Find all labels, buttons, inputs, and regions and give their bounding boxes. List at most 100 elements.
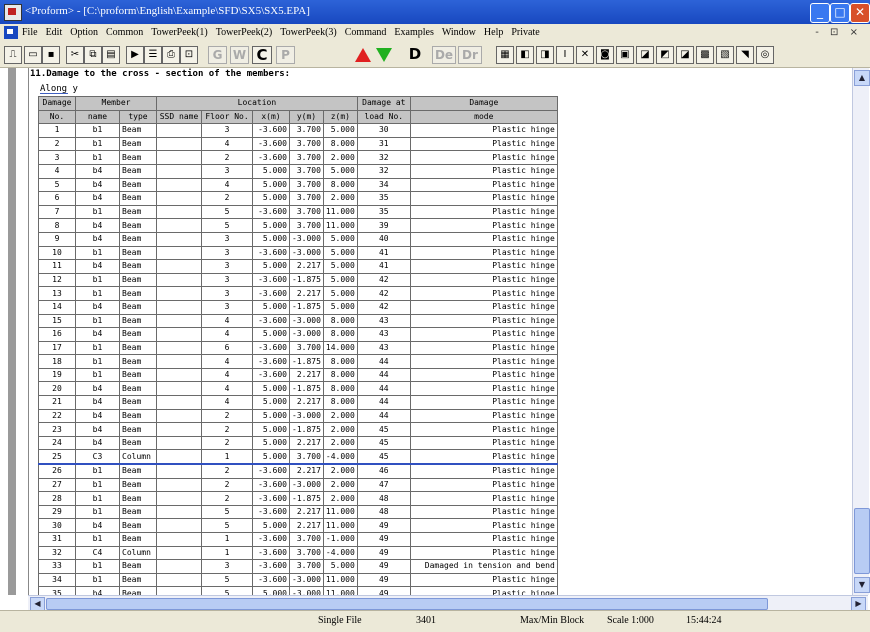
menu-examples[interactable]: Examples <box>394 27 433 38</box>
table-row[interactable]: 29 b1 Beam 5 -3.600 2.217 11.000 48 Plastic hing… <box>38 504 558 520</box>
tool-icon-10[interactable]: ◪ <box>676 46 694 64</box>
table-row[interactable]: 33 b1 Beam 3 -3.600 3.700 5.000 49 Damaged in te… <box>38 559 558 574</box>
scroll-left-icon[interactable]: ◀ <box>30 597 45 611</box>
table-row[interactable]: 18 b1 Beam 4 -3.600 -1.875 8.000 44 Plastic hing… <box>38 354 558 369</box>
table-row[interactable]: 26 b1 Beam 2 -3.600 2.217 2.000 46 Plastic hinge <box>38 463 558 479</box>
table-row[interactable]: 16 b4 Beam 4 5.000 -3.000 8.000 43 Plastic hinge <box>38 327 558 342</box>
table-row[interactable]: 19 b1 Beam 4 -3.600 2.217 8.000 44 Plastic hinge <box>38 367 558 383</box>
report-view[interactable]: 11.Damage to the cross - section of the … <box>0 68 852 595</box>
menu-file[interactable]: File <box>22 27 38 38</box>
tool-icon-5[interactable]: ✕ <box>576 46 594 64</box>
menu-help[interactable]: Help <box>484 27 503 38</box>
table-row[interactable]: 20 b4 Beam 4 5.000 -1.875 8.000 44 Plastic hinge <box>38 381 558 397</box>
cut-icon[interactable]: ✂ <box>66 46 84 64</box>
subheading-underline <box>40 93 68 94</box>
copy-icon[interactable]: ⧉ <box>84 46 102 64</box>
table-row[interactable]: 5 b4 Beam 4 5.000 3.700 8.000 34 Plastic hinge <box>38 177 558 193</box>
preview-icon[interactable]: ⊡ <box>180 46 198 64</box>
scroll-up-icon[interactable]: ▲ <box>854 70 870 86</box>
table-row[interactable]: 23 b4 Beam 2 5.000 -1.875 2.000 45 Plastic hinge <box>38 422 558 437</box>
table-row[interactable]: 3 b1 Beam 2 -3.600 3.700 2.000 32 Plastic hinge <box>38 150 558 165</box>
table-row[interactable]: 12 b1 Beam 3 -3.600 -1.875 5.000 42 Plastic hing… <box>38 272 558 288</box>
minimize-button[interactable]: _ <box>810 3 830 23</box>
pulse-icon[interactable]: ⎍ <box>4 46 22 64</box>
g-button[interactable]: G <box>208 46 227 64</box>
horizontal-scrollbar[interactable]: ◀ ▶ <box>28 595 868 611</box>
table-row[interactable]: 4 b4 Beam 3 5.000 3.700 5.000 32 Plastic hinge <box>38 163 558 179</box>
table-row[interactable]: 8 b4 Beam 5 5.000 3.700 11.000 39 Plastic hinge <box>38 218 558 233</box>
menu-private[interactable]: Private <box>511 27 539 38</box>
table-row[interactable]: 28 b1 Beam 2 -3.600 -1.875 2.000 48 Plastic hing… <box>38 491 558 506</box>
tool-icon-6[interactable]: ◙ <box>596 46 614 64</box>
p-button[interactable]: P <box>276 46 295 64</box>
table-row[interactable]: 15 b1 Beam 4 -3.600 -3.000 8.000 43 Plastic hing… <box>38 313 558 329</box>
table-row[interactable]: 2 b1 Beam 4 -3.600 3.700 8.000 31 Plastic hinge <box>38 136 558 152</box>
mdi-window-controls[interactable]: - ⊡ × <box>815 27 862 38</box>
table-row[interactable]: 31 b1 Beam 1 -3.600 3.700 -1.000 49 Plastic hing… <box>38 532 558 547</box>
arrow-down-icon[interactable] <box>376 48 392 62</box>
paste-icon[interactable]: ▤ <box>102 46 120 64</box>
dr-button[interactable]: Dr <box>458 46 482 64</box>
table-row[interactable]: 17 b1 Beam 6 -3.600 3.700 14.000 43 Plastic hing… <box>38 340 558 356</box>
table-row[interactable]: 14 b4 Beam 3 5.000 -1.875 5.000 42 Plastic hinge <box>38 299 558 315</box>
table-row[interactable]: 30 b4 Beam 5 5.000 2.217 11.000 49 Plastic hinge <box>38 518 558 533</box>
print-icon[interactable]: ⎙ <box>162 46 180 64</box>
table-row[interactable]: 32 C4 Column 1 -3.600 3.700 -4.000 49 Plastic hi… <box>38 545 558 561</box>
tool-icon-2[interactable]: ◧ <box>516 46 534 64</box>
scroll-right-icon[interactable]: ▶ <box>851 597 866 611</box>
tool-icon-7[interactable]: ▣ <box>616 46 634 64</box>
menu-command[interactable]: Command <box>345 27 387 38</box>
table-row[interactable]: 10 b1 Beam 3 -3.600 -3.000 5.000 41 Plastic hing… <box>38 245 558 261</box>
menu-common[interactable]: Common <box>106 27 143 38</box>
cell-member-name: b4 <box>75 422 120 437</box>
table-row[interactable]: 9 b4 Beam 3 5.000 -3.000 5.000 40 Plastic hinge <box>38 231 558 247</box>
tool-icon-1[interactable]: ▦ <box>496 46 514 64</box>
table-row[interactable]: 27 b1 Beam 2 -3.600 -3.000 2.000 47 Plastic hing… <box>38 477 558 493</box>
tool-icon-3[interactable]: ◨ <box>536 46 554 64</box>
table-row[interactable]: 11 b4 Beam 3 5.000 2.217 5.000 41 Plastic hinge <box>38 259 558 274</box>
table-row[interactable]: 6 b4 Beam 2 5.000 3.700 2.000 35 Plastic hinge <box>38 191 558 206</box>
tool-icon-13[interactable]: ◥ <box>736 46 754 64</box>
menu-towerpeek-1[interactable]: TowerPeek(1) <box>151 27 208 38</box>
menu-option[interactable]: Option <box>70 27 98 38</box>
vertical-scrollbar[interactable]: ▲ ▼ <box>852 68 870 595</box>
tool-icon-9[interactable]: ◩ <box>656 46 674 64</box>
i-button[interactable]: I <box>556 46 574 64</box>
run-icon[interactable]: ▶ <box>126 46 144 64</box>
document-icon[interactable] <box>4 26 18 39</box>
close-button[interactable]: ✕ <box>850 3 870 23</box>
vertical-scroll-thumb[interactable] <box>854 508 870 574</box>
save-icon[interactable]: ▪ <box>42 46 60 64</box>
menu-window[interactable]: Window <box>442 27 476 38</box>
tool-icon-11[interactable]: ▩ <box>696 46 714 64</box>
c-button[interactable]: C <box>252 46 272 64</box>
menu-towerpeek-3[interactable]: TowerPeek(3) <box>280 27 337 38</box>
maximize-button[interactable]: □ <box>830 3 850 23</box>
scroll-down-icon[interactable]: ▼ <box>854 577 870 593</box>
arrow-up-icon[interactable] <box>355 48 371 62</box>
tool-icon-14[interactable]: ◎ <box>756 46 774 64</box>
cell-member-name: b4 <box>75 177 120 193</box>
table-row[interactable]: 35 b4 Beam 5 5.000 -3.000 11.000 49 Plastic hing… <box>38 586 558 595</box>
table-row[interactable]: 13 b1 Beam 3 -3.600 2.217 5.000 42 Plastic hinge <box>38 286 558 301</box>
cell-member-name: b4 <box>75 163 120 179</box>
tool-icon-8[interactable]: ◪ <box>636 46 654 64</box>
de-button[interactable]: De <box>432 46 456 64</box>
list-icon[interactable]: ☰ <box>144 46 162 64</box>
table-row[interactable]: 21 b4 Beam 4 5.000 2.217 8.000 44 Plastic hinge <box>38 395 558 410</box>
table-row[interactable]: 25 C3 Column 1 5.000 3.700 -4.000 45 Plastic hin… <box>38 449 558 465</box>
open-folder-icon[interactable]: ▭ <box>24 46 42 64</box>
d-button[interactable]: D <box>406 46 424 62</box>
table-row[interactable]: 24 b4 Beam 2 5.000 2.217 2.000 45 Plastic hinge <box>38 435 558 451</box>
cell-member-type: Beam <box>119 463 157 479</box>
horizontal-scroll-thumb[interactable] <box>46 598 768 610</box>
app-icon[interactable] <box>4 4 22 21</box>
table-row[interactable]: 1 b1 Beam 3 -3.600 3.700 5.000 30 Plastic hinge <box>38 123 558 138</box>
table-row[interactable]: 34 b1 Beam 5 -3.600 -3.000 11.000 49 Plastic hin… <box>38 572 558 588</box>
menu-towerpeek-2[interactable]: TowerPeek(2) <box>216 27 273 38</box>
w-button[interactable]: W <box>230 46 249 64</box>
table-row[interactable]: 22 b4 Beam 2 5.000 -3.000 2.000 44 Plastic hinge <box>38 408 558 424</box>
menu-edit[interactable]: Edit <box>46 27 63 38</box>
tool-icon-12[interactable]: ▧ <box>716 46 734 64</box>
table-row[interactable]: 7 b1 Beam 5 -3.600 3.700 11.000 35 Plastic hinge <box>38 204 558 220</box>
